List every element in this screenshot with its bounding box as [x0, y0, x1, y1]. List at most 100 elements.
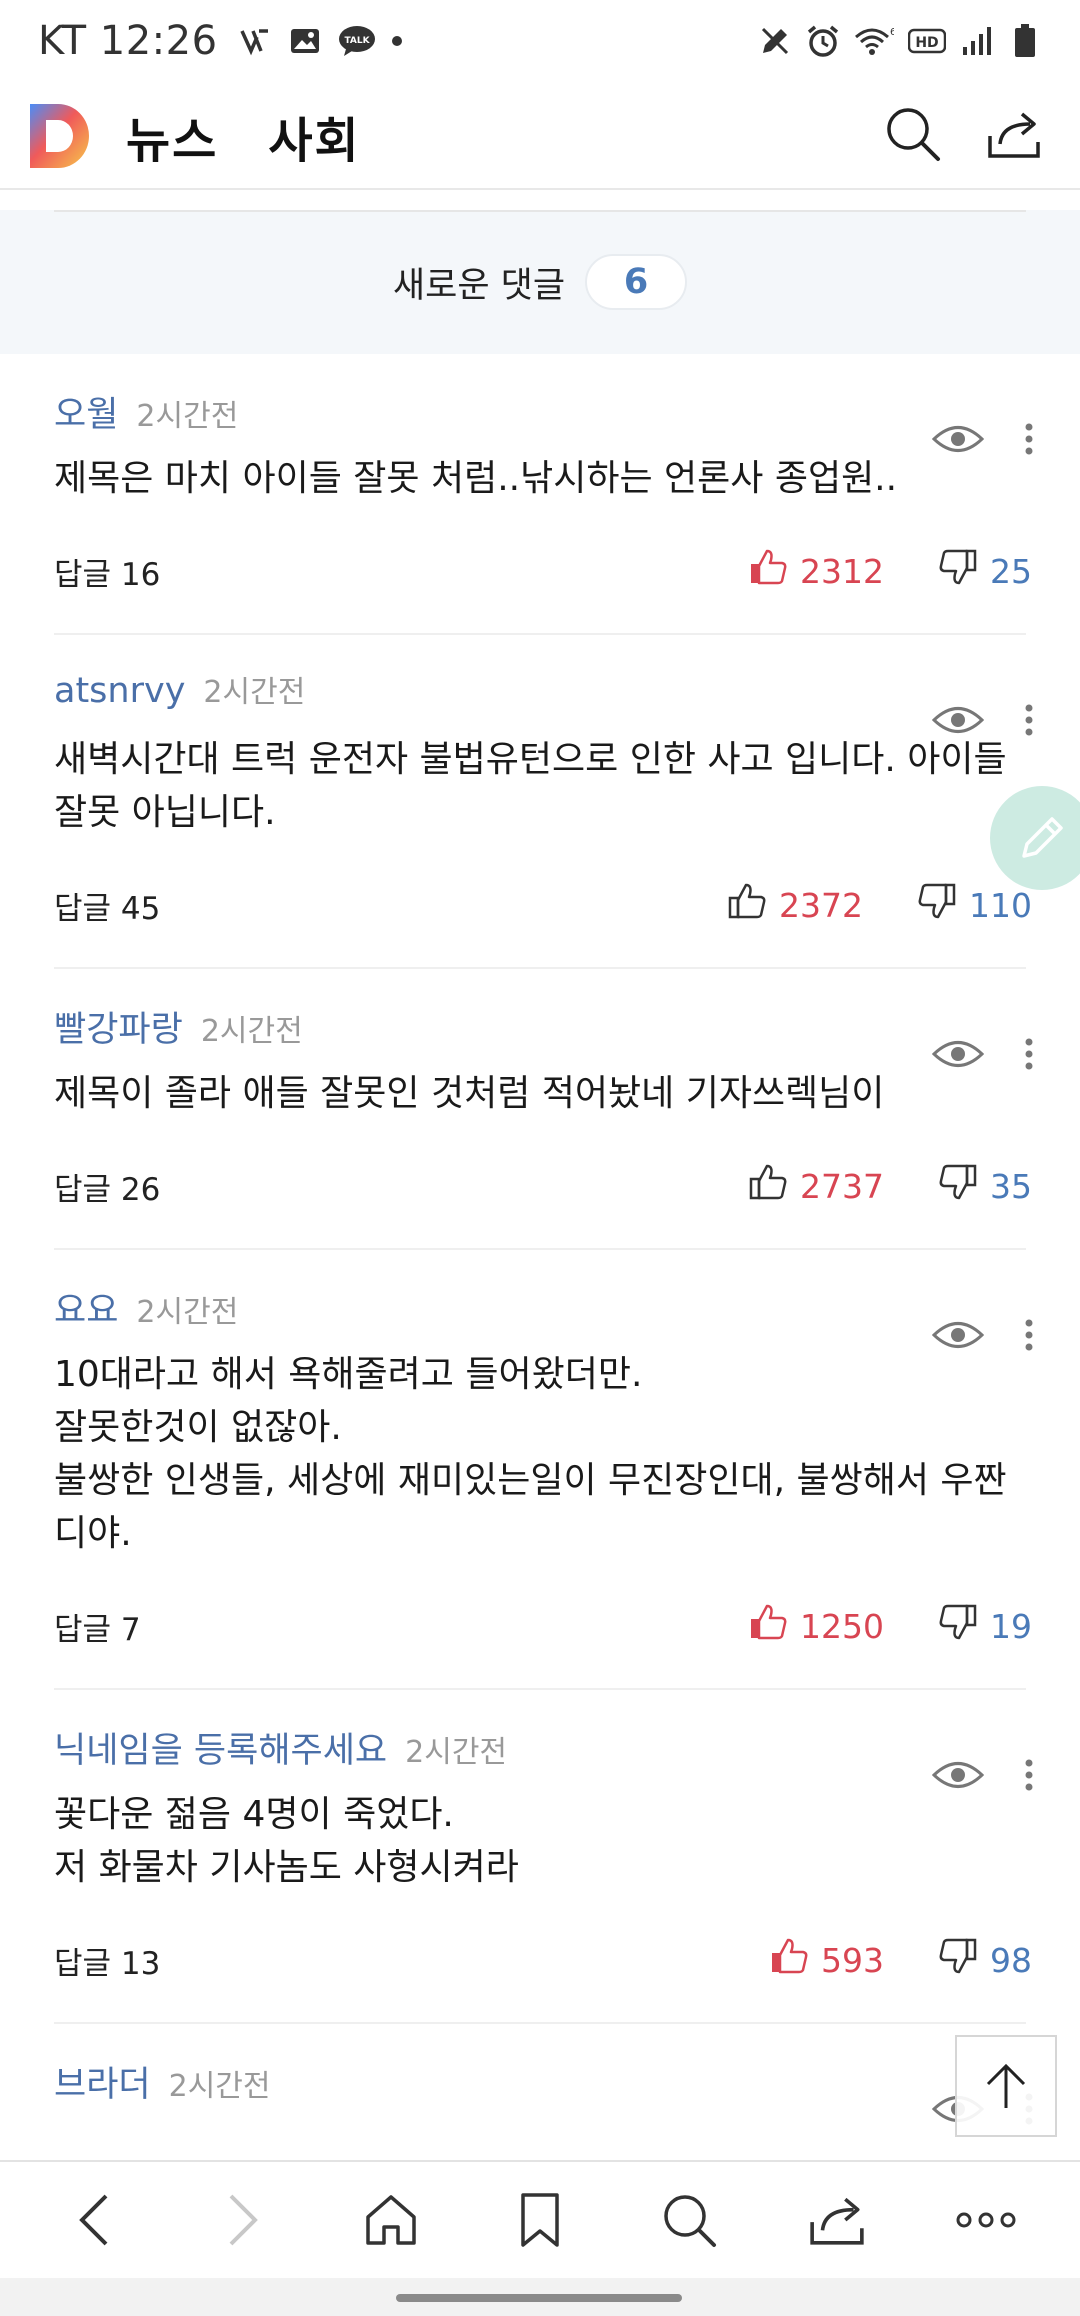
signal-icon — [960, 24, 994, 58]
search-icon[interactable] — [639, 2175, 739, 2265]
comment-author[interactable]: 요요 — [54, 1282, 118, 1333]
arrow-up-icon — [986, 2063, 1026, 2108]
comment-author[interactable]: 닉네임을 등록해주세요 — [54, 1722, 387, 1773]
hd-icon: HD — [908, 24, 946, 58]
comment-time: 2시간전 — [203, 675, 306, 710]
like-count: 2312 — [800, 551, 884, 591]
bottom-navigation — [0, 2160, 1080, 2278]
home-icon[interactable] — [341, 2175, 441, 2265]
thumbs-up-icon — [748, 1602, 788, 1650]
new-comments-count[interactable]: 6 — [585, 254, 688, 310]
scroll-top-button[interactable] — [955, 2035, 1057, 2137]
gallery-icon — [288, 24, 322, 58]
eye-icon[interactable] — [931, 422, 985, 460]
comment-footer: 답글 45 2372 110 — [54, 857, 1032, 953]
new-comments-label: 새로운 댓글 — [392, 265, 566, 306]
search-icon[interactable] — [884, 105, 942, 167]
more-vertical-icon[interactable] — [1024, 1318, 1034, 1356]
header-divider — [0, 188, 1080, 190]
back-icon[interactable] — [44, 2175, 144, 2265]
dislike-count: 98 — [990, 1940, 1032, 1980]
comment-header: 오월 2시간전 — [54, 386, 1026, 446]
comment-header: atsnrvy 2시간전 — [54, 667, 1026, 727]
comment-body: 제목이 졸라 애들 잘못인 것처럼 적어놨네 기자쓰렉님이 — [54, 1073, 885, 1114]
eye-icon[interactable] — [931, 1037, 985, 1075]
share-icon[interactable] — [787, 2175, 887, 2265]
like-count: 2737 — [800, 1166, 884, 1206]
share-icon[interactable] — [986, 106, 1042, 166]
comment-author[interactable]: 빨강파랑 — [54, 1001, 183, 1052]
comment-author[interactable]: 브라더 — [54, 2056, 151, 2107]
talk-icon: TALK — [338, 24, 376, 58]
comment-time: 2시간전 — [136, 399, 239, 434]
comment-author[interactable]: atsnrvy — [54, 671, 185, 711]
more-icon[interactable] — [936, 2175, 1036, 2265]
eye-icon[interactable] — [931, 703, 985, 741]
dislike-button[interactable]: 35 — [938, 1162, 1032, 1210]
edit-icon — [758, 24, 792, 58]
new-comments-banner[interactable]: 새로운 댓글 6 — [0, 210, 1080, 354]
more-vertical-icon[interactable] — [1024, 703, 1034, 741]
dislike-count: 19 — [990, 1606, 1032, 1646]
notification-dot — [391, 36, 402, 46]
comment-time: 2시간전 — [168, 2069, 271, 2104]
section-title[interactable]: 사회 — [268, 101, 360, 171]
comment-header: 빨강파랑 2시간전 — [54, 1001, 1026, 1061]
thumbs-up-icon — [769, 1936, 809, 1984]
app-header: 뉴스 사회 — [0, 82, 1080, 190]
comment-time: 2시간전 — [136, 1295, 239, 1330]
alarm-icon — [806, 24, 840, 58]
more-vertical-icon[interactable] — [1024, 1758, 1034, 1796]
status-bar: KT 12:26 TALK 6 HD — [0, 0, 1080, 82]
bookmark-icon[interactable] — [490, 2175, 590, 2265]
comment-item: 브라더 2시간전 — [54, 2056, 1033, 2125]
comment-item: atsnrvy 2시간전 새벽시간대 트럭 운전자 불법유턴으로 인한 사고 입니다… — [54, 667, 1033, 969]
dislike-button[interactable]: 110 — [917, 881, 1032, 929]
wifi-6-icon: 6 — [854, 24, 894, 58]
status-time: KT 12:26 — [38, 18, 218, 64]
thumbs-down-icon — [938, 1162, 978, 1210]
comment-list: 오월 2시간전 제목은 마치 아이들 잘못 처럼..낚시하는 언론사 종업원.. 답글… — [0, 354, 1080, 2125]
dislike-button[interactable]: 98 — [938, 1936, 1032, 1984]
dislike-count: 25 — [990, 551, 1032, 591]
dislike-count: 110 — [969, 885, 1032, 925]
thumbs-down-icon — [917, 881, 957, 929]
gesture-area — [0, 2278, 1080, 2316]
svg-text:6: 6 — [890, 27, 894, 38]
comment-body: 제목은 마치 아이들 잘못 처럼..낚시하는 언론사 종업원.. — [54, 458, 898, 499]
like-button[interactable]: 2312 — [748, 547, 884, 595]
comment-footer: 답글 26 2737 35 — [54, 1138, 1032, 1234]
home-gesture-bar[interactable] — [396, 2294, 682, 2302]
comment-footer: 답글 13 593 98 — [54, 1912, 1032, 2008]
reply-button[interactable]: 답글 7 — [54, 1604, 141, 1649]
comment-body: 10대라고 해서 욕해줄려고 들어왔더만. 잘못한것이 없잖아. 불쌍한 인생들… — [54, 1354, 1007, 1554]
reply-button[interactable]: 답글 45 — [54, 883, 160, 928]
like-button[interactable]: 2737 — [748, 1162, 884, 1210]
more-vertical-icon[interactable] — [1024, 422, 1034, 460]
forward-icon[interactable] — [193, 2175, 293, 2265]
like-button[interactable]: 2372 — [727, 881, 863, 929]
app-title[interactable]: 뉴스 — [126, 101, 218, 171]
like-button[interactable]: 1250 — [748, 1602, 884, 1650]
comment-item: 요요 2시간전 10대라고 해서 욕해줄려고 들어왔더만. 잘못한것이 없잖아. 불… — [54, 1282, 1033, 1690]
talk-icon-text: TALK — [344, 36, 370, 46]
eye-icon[interactable] — [931, 1318, 985, 1356]
hd-icon-text: HD — [915, 35, 938, 51]
thumbs-up-icon — [748, 547, 788, 595]
comment-time: 2시간전 — [405, 1735, 508, 1770]
more-vertical-icon[interactable] — [1024, 1037, 1034, 1075]
reply-button[interactable]: 답글 13 — [54, 1938, 160, 1983]
comment-author[interactable]: 오월 — [54, 386, 118, 437]
comment-footer: 답글 7 1250 19 — [54, 1578, 1032, 1674]
like-button[interactable]: 593 — [769, 1936, 884, 1984]
eye-icon[interactable] — [931, 1758, 985, 1796]
comment-time: 2시간전 — [200, 1014, 303, 1049]
daum-logo[interactable] — [30, 104, 92, 168]
thumbs-up-icon — [748, 1162, 788, 1210]
reply-button[interactable]: 답글 16 — [54, 549, 160, 594]
thumbs-down-icon — [938, 547, 978, 595]
dislike-button[interactable]: 19 — [938, 1602, 1032, 1650]
reply-button[interactable]: 답글 26 — [54, 1164, 160, 1209]
dislike-button[interactable]: 25 — [938, 547, 1032, 595]
comment-item: 오월 2시간전제목은 마치 아이들 잘못 처럼..낚시하는 언론사 종업원.. 답글… — [54, 386, 1033, 635]
